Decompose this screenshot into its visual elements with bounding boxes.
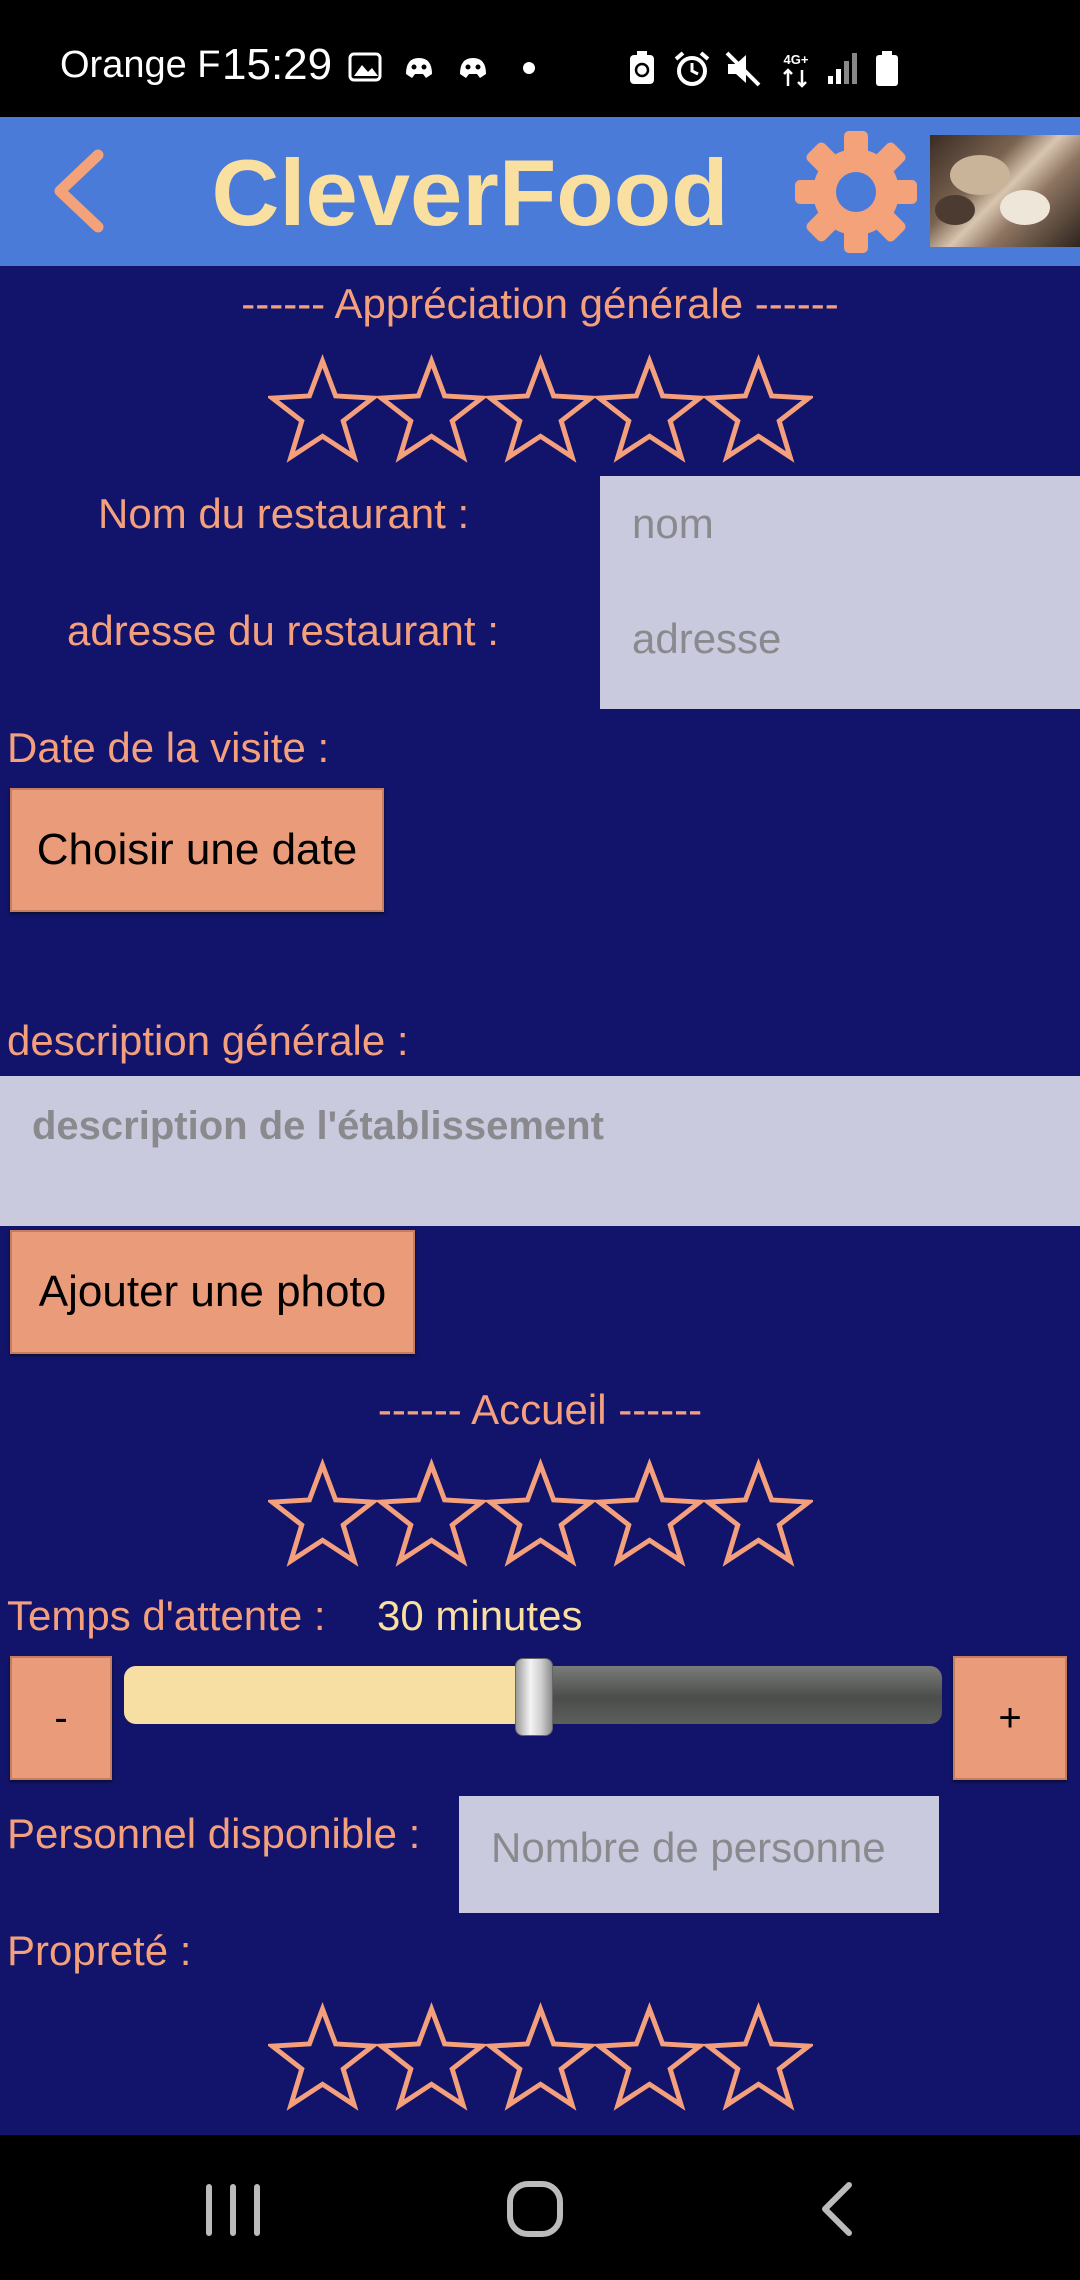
home-icon bbox=[507, 2181, 563, 2237]
wait-time-slider-fill bbox=[124, 1666, 533, 1724]
network-type-icon: 4G+ bbox=[783, 52, 809, 88]
cleanliness-label: Propreté : bbox=[7, 1927, 192, 1974]
star-icon[interactable] bbox=[595, 354, 704, 464]
app-screen: Orange F 15:29 4G+ CleverFood ------ App… bbox=[0, 0, 1080, 2280]
star-icon[interactable] bbox=[595, 1458, 704, 1568]
star-icon[interactable] bbox=[268, 2002, 377, 2112]
star-icon[interactable] bbox=[268, 1458, 377, 1568]
cleanliness-rating-stars bbox=[268, 2002, 814, 2112]
star-icon[interactable] bbox=[704, 1458, 813, 1568]
increase-wait-button[interactable]: + bbox=[953, 1656, 1067, 1780]
decrease-wait-button[interactable]: - bbox=[10, 1656, 112, 1780]
settings-button[interactable] bbox=[793, 127, 919, 257]
wait-time-label: Temps d'attente : bbox=[7, 1592, 326, 1639]
more-notifications-dot bbox=[523, 62, 535, 74]
wait-time-value: 30 minutes bbox=[377, 1592, 583, 1639]
restaurant-name-input[interactable]: nom bbox=[600, 476, 1080, 593]
welcome-rating-title: ------ Accueil ------ bbox=[377, 1386, 703, 1433]
home-button[interactable] bbox=[505, 2179, 565, 2239]
star-icon[interactable] bbox=[486, 1458, 595, 1568]
app-bar: CleverFood bbox=[0, 117, 1080, 266]
mute-icon bbox=[725, 51, 761, 87]
signal-strength-icon bbox=[828, 53, 857, 84]
gallery-notification-icon bbox=[348, 52, 382, 82]
alarm-icon bbox=[674, 51, 710, 86]
review-form: ------ Appréciation générale ------ Nom … bbox=[0, 266, 1080, 2135]
visit-date-label: Date de la visite : bbox=[7, 724, 330, 771]
recents-icon bbox=[206, 2184, 260, 2236]
profile-avatar[interactable] bbox=[930, 135, 1080, 247]
star-icon[interactable] bbox=[486, 2002, 595, 2112]
star-icon[interactable] bbox=[377, 1458, 486, 1568]
star-icon[interactable] bbox=[377, 354, 486, 464]
star-icon[interactable] bbox=[268, 354, 377, 464]
wait-time-slider-thumb[interactable] bbox=[515, 1658, 553, 1736]
svg-text:4G+: 4G+ bbox=[784, 52, 809, 67]
general-rating-stars bbox=[268, 354, 814, 464]
recents-button[interactable] bbox=[200, 2182, 266, 2238]
carrier-name: Orange F bbox=[60, 44, 221, 86]
battery-icon bbox=[876, 51, 898, 86]
general-rating-title: ------ Appréciation générale ------ bbox=[241, 280, 839, 327]
star-icon[interactable] bbox=[595, 2002, 704, 2112]
battery-saver-icon bbox=[630, 51, 654, 84]
star-icon[interactable] bbox=[377, 2002, 486, 2112]
star-icon[interactable] bbox=[704, 2002, 813, 2112]
staff-count-input[interactable]: Nombre de personne bbox=[459, 1796, 939, 1913]
staff-label: Personnel disponible : bbox=[7, 1810, 421, 1857]
choose-date-button[interactable]: Choisir une date bbox=[10, 788, 384, 912]
status-clock: 15:29 bbox=[222, 40, 333, 89]
system-nav-bar bbox=[0, 2135, 1080, 2280]
description-input[interactable]: description de l'établissement bbox=[0, 1076, 1080, 1226]
nav-back-button[interactable] bbox=[815, 2179, 861, 2239]
status-bar: Orange F 15:29 4G+ bbox=[0, 0, 1080, 117]
restaurant-address-input[interactable]: adresse bbox=[600, 593, 1080, 709]
star-icon[interactable] bbox=[704, 354, 813, 464]
welcome-rating-stars bbox=[268, 1458, 814, 1568]
star-icon[interactable] bbox=[486, 354, 595, 464]
discord-notification-icon bbox=[406, 58, 432, 78]
description-label: description générale : bbox=[7, 1017, 409, 1064]
restaurant-address-label: adresse du restaurant : bbox=[67, 607, 499, 654]
add-photo-button[interactable]: Ajouter une photo bbox=[10, 1230, 415, 1354]
restaurant-name-label: Nom du restaurant : bbox=[98, 490, 470, 537]
gear-icon bbox=[795, 131, 917, 253]
back-icon bbox=[822, 2182, 852, 2236]
discord-notification-icon-2 bbox=[460, 58, 486, 78]
